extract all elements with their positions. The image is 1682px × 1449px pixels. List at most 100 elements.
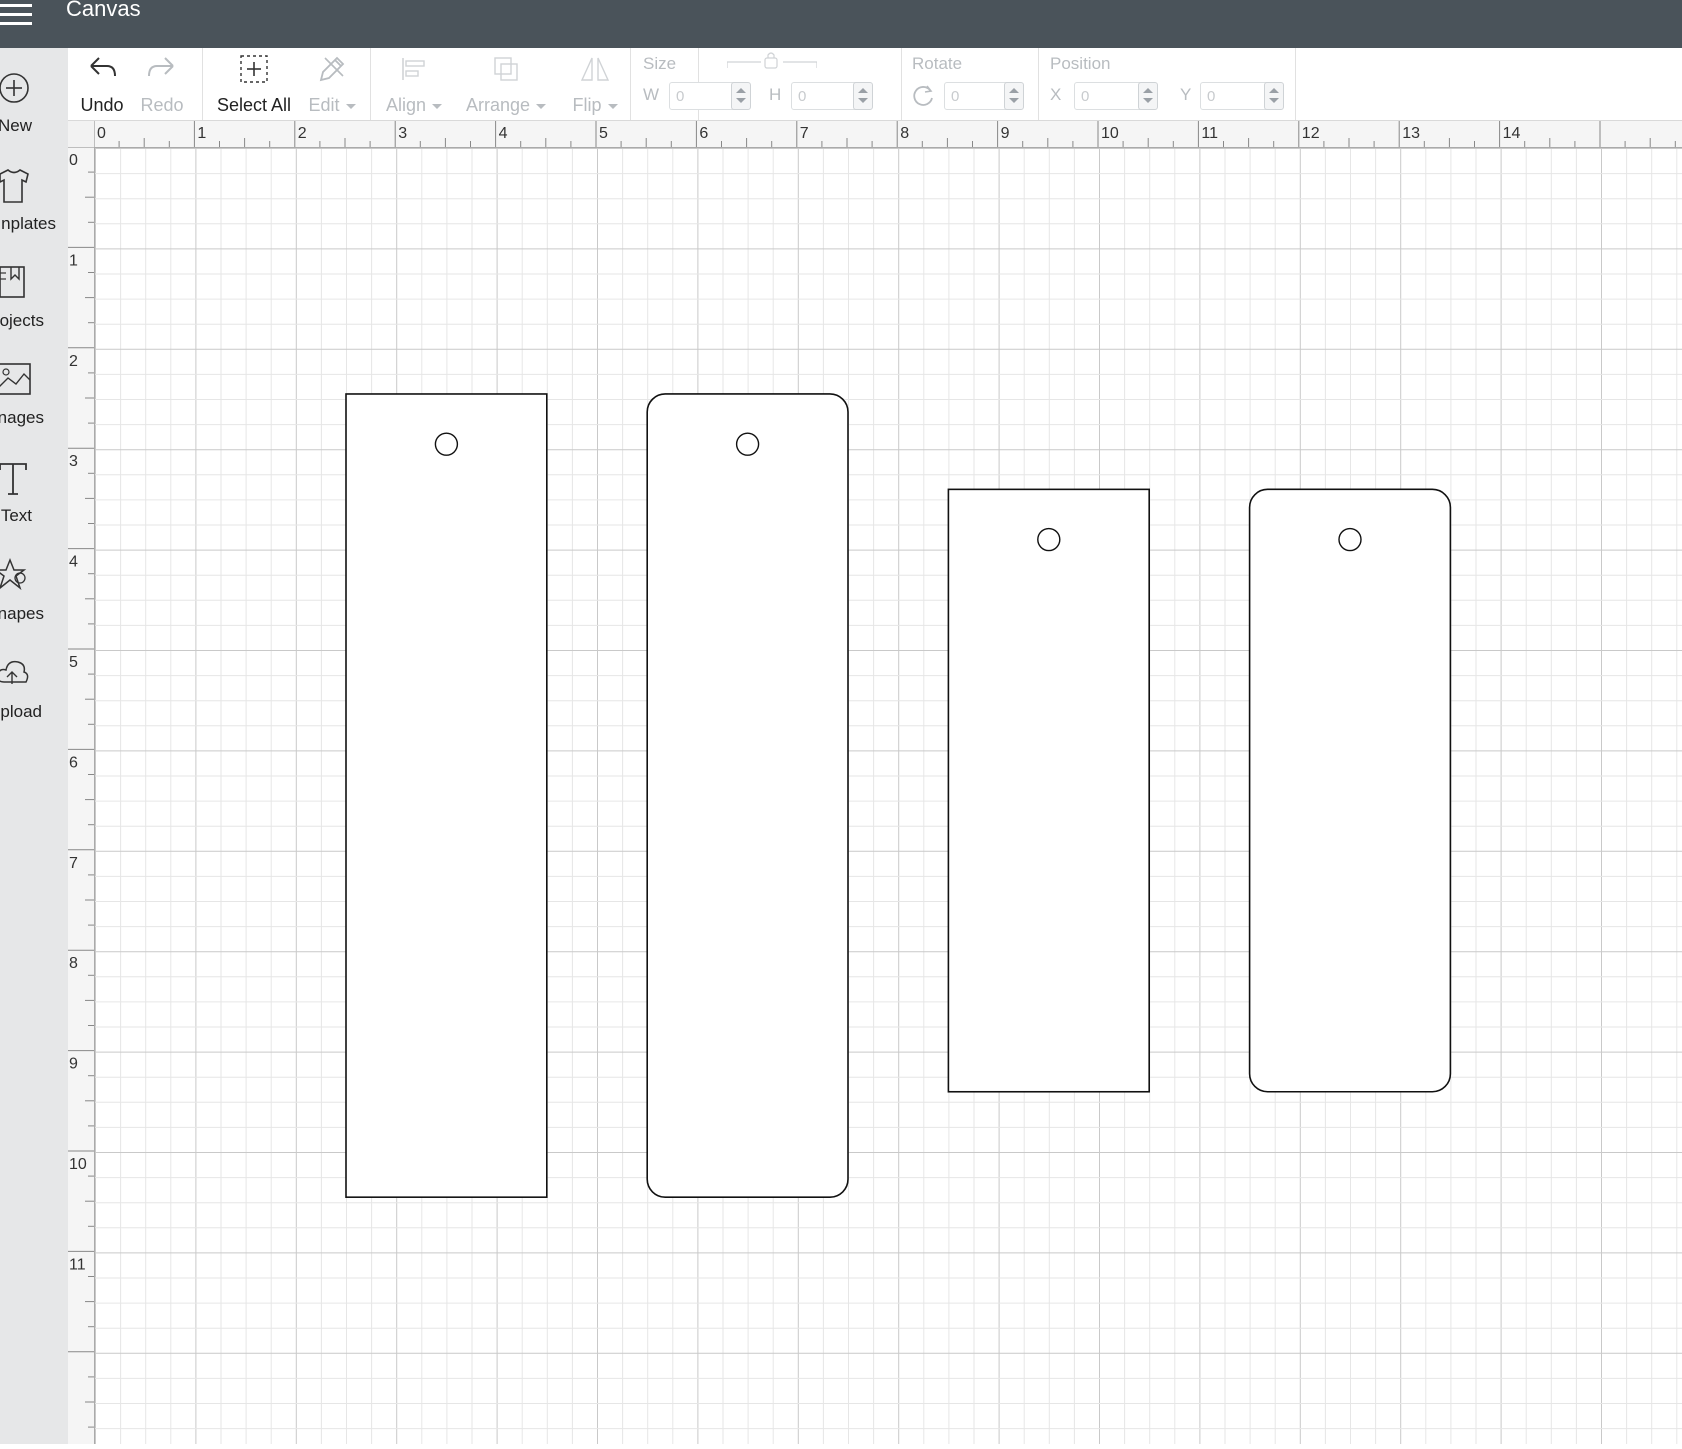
ruler-label: 14 [1503,125,1521,142]
y-label: Y [1180,85,1192,104]
position-label: Position [1050,54,1111,73]
edit-icon [319,56,345,82]
sidebar-item-templates[interactable]: nplates [0,166,68,256]
align-dropdown[interactable]: Align [378,52,450,116]
rotate-icon [913,85,933,106]
ruler-label: 2 [69,353,78,370]
x-input[interactable] [1075,83,1145,109]
ruler-label: 1 [197,125,206,142]
tag-body [1248,488,1452,1093]
ruler-label: 3 [398,125,407,142]
ruler-label: 9 [69,1056,78,1073]
height-label: H [769,85,782,104]
bookmark-book-icon [0,266,25,298]
ruler-label: 4 [69,554,78,571]
left-sidebar: New nplates ojects nages Text napes ploa… [0,48,69,1444]
flip-dropdown[interactable]: Flip [562,52,628,116]
sidebar-item-label: pload [0,702,42,721]
ruler-label: 3 [69,453,78,470]
edit-dropdown[interactable]: Edit [302,52,362,116]
width-input[interactable] [670,83,740,109]
redo-icon [148,57,174,77]
undo-button[interactable]: Undo [76,52,128,116]
select-all-icon [240,55,268,83]
top-bar: Canvas [0,0,1682,48]
sidebar-item-text[interactable]: Text [0,458,68,548]
tag-shape[interactable] [646,393,849,1198]
ruler-label: 2 [298,125,307,142]
sidebar-item-label: Text [0,506,32,525]
plus-circle-icon [0,73,29,103]
flip-icon [580,57,610,81]
ruler-label: 0 [69,152,78,169]
vertical-ruler: 0 1 2 3 4 5 6 7 8 9 10 11 [68,147,95,1444]
x-stepper[interactable] [1138,82,1158,110]
tag-shape[interactable] [947,488,1151,1093]
ruler-label: 5 [599,125,608,142]
ruler-label: 8 [900,125,909,142]
arrange-dropdown[interactable]: Arrange [458,52,554,116]
rotate-input[interactable] [945,83,1011,109]
ruler-label: 7 [69,855,78,872]
tag-hole [434,432,459,456]
image-icon [0,363,31,395]
rotate-field[interactable] [944,82,1012,110]
x-field[interactable] [1074,82,1146,110]
sidebar-item-projects[interactable]: ojects [0,263,68,353]
hamburger-menu-icon[interactable] [0,4,32,26]
text-icon [0,463,27,495]
ruler-label: 13 [1402,125,1420,142]
ruler-label: 10 [1101,125,1119,142]
tag-shape[interactable] [345,393,548,1198]
rotate-label: Rotate [912,54,963,73]
y-field[interactable] [1200,82,1272,110]
ruler-label: 6 [699,125,708,142]
design-canvas[interactable] [95,148,1682,1444]
select-all-button[interactable]: Select All [214,52,294,116]
tag-shape[interactable] [1248,488,1452,1093]
history-group: Undo Redo [68,48,203,120]
ruler-label: 7 [800,125,809,142]
tag-body [947,488,1151,1093]
ruler-label: 10 [69,1156,87,1173]
sidebar-item-shapes[interactable]: napes [0,556,68,646]
height-stepper[interactable] [853,82,873,110]
sidebar-item-new[interactable]: New [0,68,68,158]
x-label: X [1050,85,1062,104]
y-input[interactable] [1201,83,1271,109]
redo-button[interactable]: Redo [136,52,188,116]
sidebar-item-images[interactable]: nages [0,360,68,450]
tag-body [345,393,548,1198]
ruler-label: 1 [69,252,78,269]
ruler-label: 12 [1302,125,1320,142]
chevron-down-icon [432,103,443,109]
ruler-label: 5 [69,654,78,671]
tag-hole [735,432,760,456]
y-stepper[interactable] [1264,82,1284,110]
position-group: Position X Y [1038,48,1296,120]
width-stepper[interactable] [731,82,751,110]
ruler-label: 11 [1201,125,1218,142]
sidebar-item-label: napes [0,604,44,623]
chevron-down-icon [345,103,356,109]
size-group: Size W H [630,48,902,120]
edit-toolbar: Undo Redo Select All Edit Align Arrange … [68,48,1682,121]
lock-ratio-icon[interactable] [727,50,817,72]
arrange-icon [494,57,518,81]
rotate-group: Rotate [900,48,1039,120]
ruler-label: 6 [69,754,78,771]
rotate-stepper[interactable] [1004,82,1024,110]
sidebar-item-label: New [0,116,32,135]
tag-body [646,393,849,1198]
chevron-down-icon [536,103,547,109]
sidebar-item-label: nplates [1,214,56,233]
canvas-grid[interactable] [95,148,1682,1444]
horizontal-ruler-ticks: 0 1 2 3 4 5 6 7 8 9 10 11 12 13 14 [94,121,1676,147]
sidebar-item-label: ojects [0,311,44,330]
sidebar-item-upload[interactable]: pload [0,654,68,744]
ruler-label: 0 [97,125,106,142]
ruler-label: 8 [69,955,78,972]
undo-icon [90,57,116,77]
tag-hole [1037,527,1061,552]
height-input[interactable] [792,83,862,109]
